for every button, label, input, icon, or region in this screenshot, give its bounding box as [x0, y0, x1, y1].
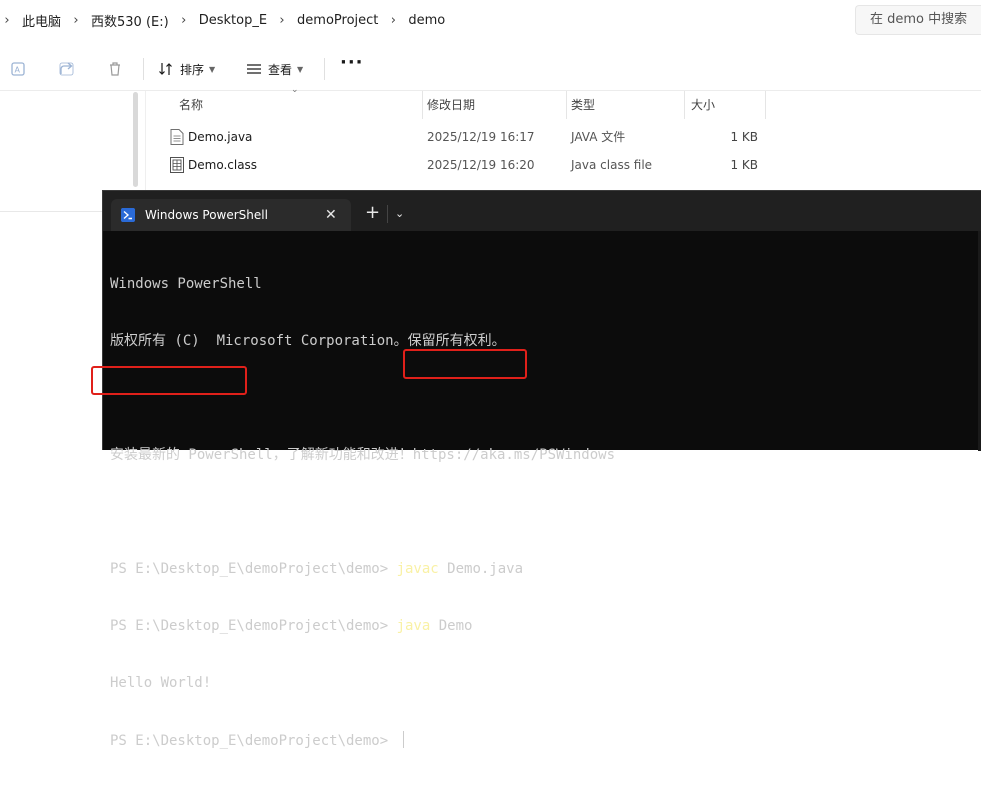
console-input-line[interactable]: PS E:\Desktop_E\demoProject\demo>	[110, 731, 981, 750]
tab-divider	[387, 205, 388, 223]
sort-indicator-icon: ⌄	[291, 85, 299, 95]
console-prompt: PS E:\Desktop_E\demoProject\demo>	[110, 561, 397, 577]
console-output-line: Hello World!	[110, 675, 212, 691]
console-command-keyword: java	[396, 618, 431, 634]
console-command-arg: Demo.java	[438, 561, 524, 577]
chevron-right-icon[interactable]: ›	[386, 13, 400, 28]
column-divider[interactable]	[566, 91, 567, 119]
file-size: 1 KB	[730, 158, 758, 172]
chevron-right-icon[interactable]: ›	[275, 13, 289, 28]
view-icon	[247, 64, 261, 74]
share-icon[interactable]	[58, 60, 76, 78]
console-prompt: PS E:\Desktop_E\demoProject\demo>	[110, 618, 397, 634]
file-list: ⌄ 名称 修改日期 类型 大小 Demo.java 2025/12/19 16:…	[146, 85, 981, 191]
breadcrumb-desktop-e[interactable]: Desktop_E	[191, 13, 275, 28]
console-line: 版权所有 (C) Microsoft Corporation。保留所有权利。	[110, 333, 506, 349]
file-size: 1 KB	[730, 130, 758, 144]
column-divider[interactable]	[684, 91, 685, 119]
command-bar: A 排序 ▼ 查看 ▼	[0, 48, 981, 91]
file-date: 2025/12/19 16:17	[427, 130, 535, 144]
console-command-arg: Demo	[430, 618, 473, 634]
chevron-right-icon[interactable]: ›	[177, 13, 191, 28]
terminal-tab-title: Windows PowerShell	[145, 208, 268, 222]
powershell-icon	[121, 208, 135, 222]
close-icon[interactable]: ✕	[325, 199, 337, 231]
breadcrumb-demo[interactable]: demo	[400, 13, 453, 28]
column-header-size[interactable]: 大小	[691, 91, 715, 119]
chevron-down-icon: ▼	[209, 64, 216, 74]
toolbar-divider	[143, 58, 144, 80]
console-command-line: PS E:\Desktop_E\demoProject\demo> java D…	[110, 617, 981, 636]
nav-scrollbar[interactable]	[133, 92, 138, 187]
table-row[interactable]: Demo.java 2025/12/19 16:17 JAVA 文件 1 KB	[146, 124, 786, 150]
sort-label: 排序	[180, 62, 205, 77]
chevron-down-icon: ▼	[297, 64, 304, 74]
file-date: 2025/12/19 16:20	[427, 158, 535, 172]
column-divider[interactable]	[422, 91, 423, 119]
view-button[interactable]: 查看 ▼	[246, 58, 303, 80]
class-file-icon	[170, 157, 184, 173]
sort-button[interactable]: 排序 ▼	[158, 58, 215, 80]
terminal-window[interactable]: Windows PowerShell ✕ + ⌄ Windows PowerSh…	[102, 190, 981, 749]
chevron-right-icon[interactable]: ›	[69, 13, 83, 28]
annotation-box-hello-output	[91, 366, 247, 395]
console-prompt: PS E:\Desktop_E\demoProject\demo>	[110, 733, 397, 749]
console-line: Windows PowerShell	[110, 276, 262, 292]
breadcrumb-this-pc[interactable]: 此电脑	[14, 11, 69, 30]
search-input[interactable]: 在 demo 中搜索	[855, 5, 981, 35]
view-label: 查看	[268, 62, 293, 77]
more-options-button[interactable]: ···	[340, 52, 364, 73]
new-tab-button[interactable]: +	[365, 199, 380, 227]
delete-icon[interactable]	[106, 60, 124, 78]
column-header-type[interactable]: 类型	[571, 91, 595, 119]
rename-icon[interactable]: A	[10, 60, 28, 78]
file-type: Java class file	[571, 158, 653, 172]
file-name: Demo.class	[188, 158, 258, 172]
toolbar-divider	[324, 58, 325, 80]
terminal-tab-bar: Windows PowerShell ✕ + ⌄	[103, 191, 981, 231]
console-command-line: PS E:\Desktop_E\demoProject\demo> javac …	[110, 560, 981, 579]
terminal-tab[interactable]: Windows PowerShell ✕	[111, 199, 351, 231]
console-line: 安装最新的 PowerShell，了解新功能和改进！https://aka.ms…	[110, 447, 616, 463]
column-divider[interactable]	[765, 91, 766, 119]
breadcrumb: › 此电脑 › 西数530 (E:) › Desktop_E › demoPro…	[0, 4, 845, 36]
breadcrumb-demoproject[interactable]: demoProject	[289, 13, 386, 28]
svg-text:A: A	[15, 66, 21, 75]
text-file-icon	[170, 129, 184, 145]
column-header-name[interactable]: 名称	[179, 91, 203, 119]
breadcrumb-drive-e[interactable]: 西数530 (E:)	[83, 11, 177, 30]
address-bar[interactable]: › 此电脑 › 西数530 (E:) › Desktop_E › demoPro…	[0, 0, 981, 40]
column-header-date[interactable]: 修改日期	[427, 91, 475, 119]
text-cursor	[402, 731, 404, 748]
terminal-output[interactable]: Windows PowerShell 版权所有 (C) Microsoft Co…	[110, 237, 981, 788]
chevron-down-icon[interactable]: ⌄	[395, 205, 404, 223]
file-name: Demo.java	[188, 130, 253, 144]
annotation-box-java-command	[403, 349, 527, 379]
table-row[interactable]: Demo.class 2025/12/19 16:20 Java class f…	[146, 152, 786, 178]
sort-icon	[159, 63, 172, 75]
file-type: JAVA 文件	[571, 130, 626, 144]
chevron-right-icon[interactable]: ›	[0, 13, 14, 28]
console-command-keyword: javac	[396, 561, 439, 577]
